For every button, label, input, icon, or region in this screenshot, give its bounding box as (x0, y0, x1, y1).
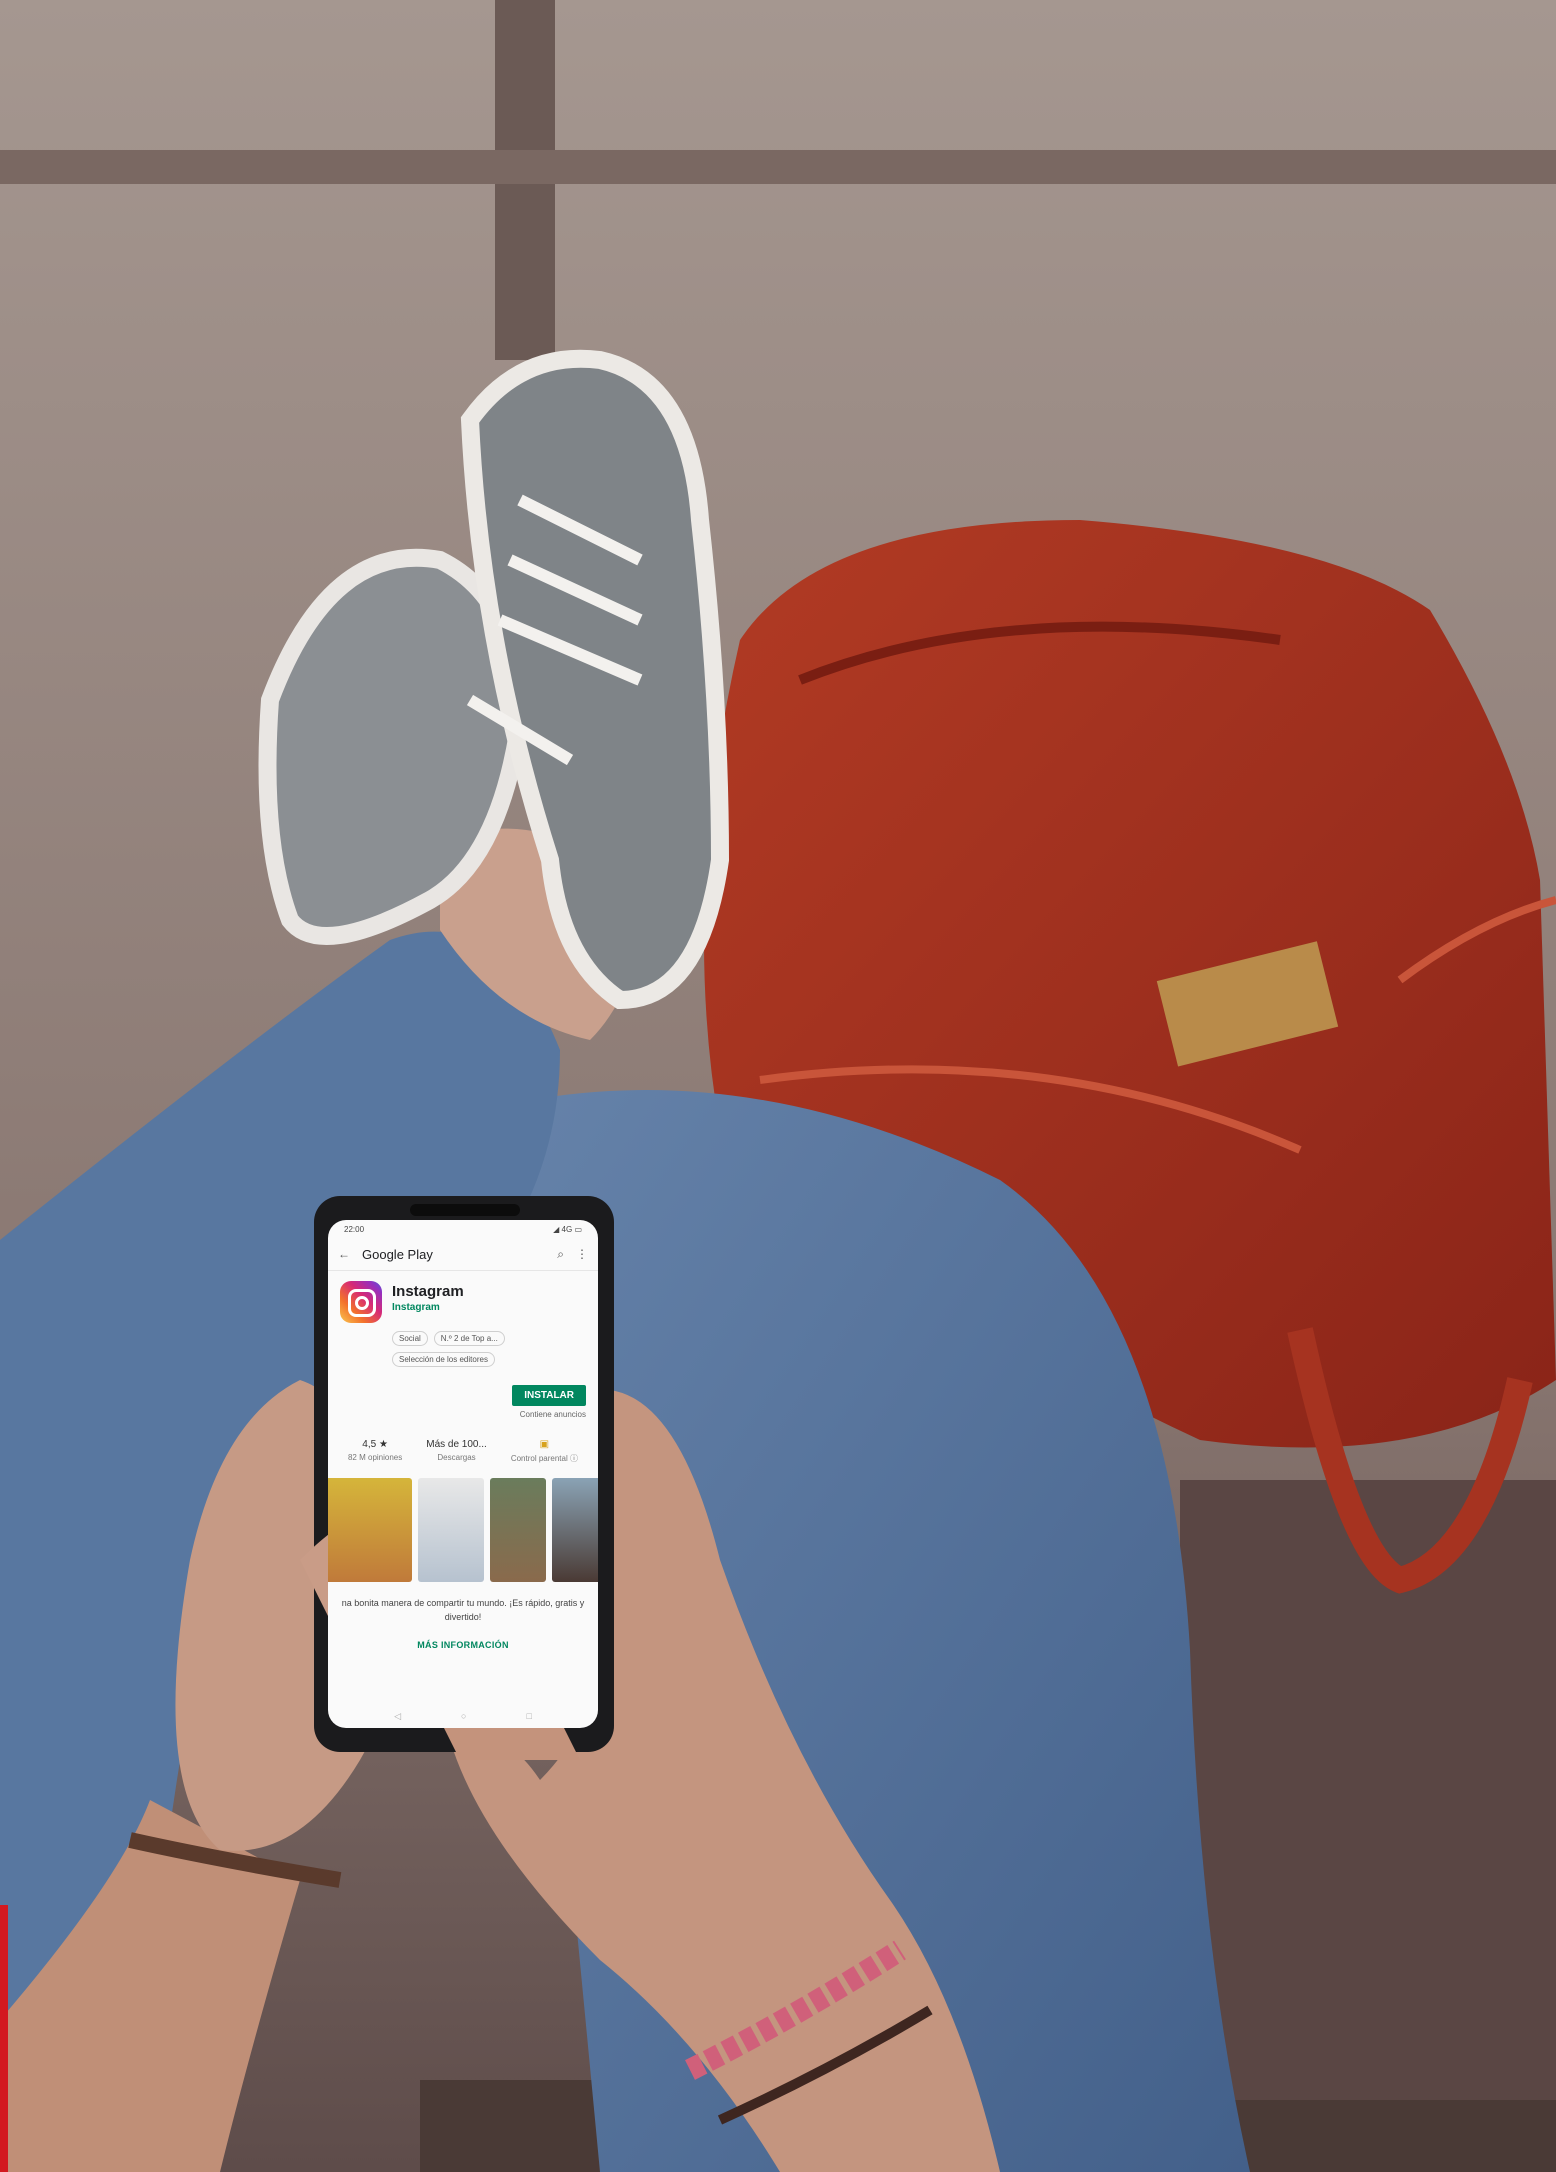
stat-rating-value: 4,5 ★ (362, 1439, 388, 1450)
app-stats: 4,5 ★ 82 M opiniones Más de 100... Desca… (328, 1419, 598, 1464)
stat-downloads-value: Más de 100... (426, 1439, 487, 1450)
app-header: Instagram Instagram (328, 1271, 598, 1327)
app-developer-link[interactable]: Instagram (392, 1302, 464, 1313)
status-time: 22:00 (344, 1224, 365, 1234)
photo-scene (0, 0, 1556, 2172)
screenshot-2[interactable] (418, 1478, 484, 1582)
more-info-link[interactable]: MÁS INFORMACIÓN (328, 1624, 598, 1650)
screenshot-4[interactable] (552, 1478, 598, 1582)
red-edge-mark (0, 1905, 8, 2172)
parental-badge-icon: ▣ (539, 1439, 550, 1450)
dark-step (1180, 1480, 1556, 2100)
chip-social[interactable]: Social (392, 1331, 428, 1346)
stat-downloads: Más de 100... Descargas (426, 1439, 487, 1464)
screenshot-1[interactable] (328, 1478, 412, 1582)
nav-back-icon[interactable]: ◁ (394, 1711, 401, 1722)
chip-top-rank[interactable]: N.º 2 de Top a... (433, 1331, 505, 1346)
contains-ads-note: Contiene anuncios (519, 1410, 586, 1419)
search-icon[interactable]: ⌕ (557, 1247, 564, 1262)
status-icons: ◢ 4G ▭ (553, 1224, 582, 1234)
back-arrow-icon[interactable]: ← (338, 1247, 350, 1261)
play-app-bar: ← Google Play ⌕ ⋮ (328, 1238, 598, 1271)
app-title-block: Instagram Instagram (392, 1281, 464, 1323)
stat-rating: 4,5 ★ 82 M opiniones (348, 1439, 402, 1464)
screenshot-3[interactable] (490, 1478, 546, 1582)
stat-parental[interactable]: ▣ Control parental ⓘ (511, 1439, 578, 1464)
tile-grout-horizontal (0, 150, 1556, 184)
status-bar: 22:00 ◢ 4G ▭ (328, 1220, 598, 1238)
stat-parental-label: Control parental ⓘ (510, 1454, 578, 1463)
system-nav-bar: ◁ ○ □ (328, 1711, 598, 1722)
stat-downloads-label: Descargas (437, 1453, 476, 1462)
chip-editors-choice[interactable]: Selección de los editores (392, 1352, 495, 1367)
phone-notch (410, 1204, 520, 1216)
category-chips: Social N.º 2 de Top a... Selección de lo… (328, 1327, 598, 1367)
overflow-menu-icon[interactable]: ⋮ (576, 1247, 588, 1261)
phone-screen: 22:00 ◢ 4G ▭ ← Google Play ⌕ ⋮ Instagram… (328, 1220, 598, 1728)
install-row: INSTALAR (328, 1367, 598, 1406)
screenshot-carousel[interactable] (328, 1478, 598, 1582)
stat-rating-label: 82 M opiniones (347, 1453, 403, 1462)
store-title: Google Play (362, 1246, 433, 1262)
install-button[interactable]: INSTALAR (512, 1385, 586, 1406)
app-title: Instagram (392, 1283, 464, 1300)
app-description: na bonita manera de compartir tu mundo. … (341, 1598, 585, 1622)
nav-recents-icon[interactable]: □ (526, 1711, 531, 1722)
instagram-logo-icon (340, 1281, 382, 1323)
nav-home-icon[interactable]: ○ (461, 1711, 466, 1722)
